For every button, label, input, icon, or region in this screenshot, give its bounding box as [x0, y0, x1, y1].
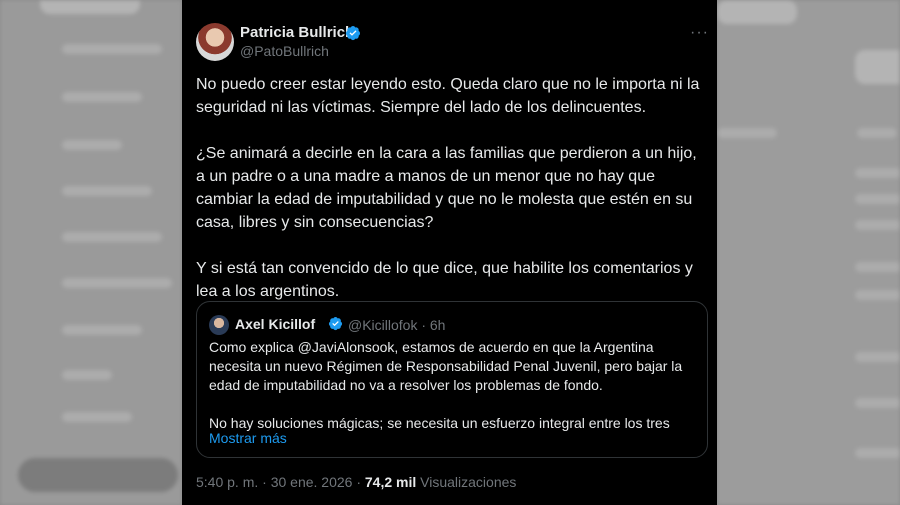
blurred-background-left: [0, 0, 182, 505]
tweet-paragraph: No puedo creer estar leyendo esto. Queda…: [196, 76, 700, 116]
tweet-paragraph: Y si está tan convencido de lo que dice,…: [196, 260, 693, 300]
author-avatar[interactable]: [196, 23, 234, 61]
verified-badge-icon: [346, 26, 360, 41]
quoted-paragraph: Como explica @JaviAlonsook, estamos de a…: [209, 339, 683, 393]
tweet-timestamp[interactable]: 5:40 p. m. · 30 ene. 2026 ·: [196, 474, 365, 490]
quoted-author-avatar[interactable]: [209, 315, 229, 335]
tweet-metadata: 5:40 p. m. · 30 ene. 2026 · 74,2 mil Vis…: [196, 474, 516, 490]
tweet-paragraph: ¿Se animará a decirle en la cara a las f…: [196, 145, 697, 231]
verified-badge-icon: [328, 316, 343, 331]
views-label: Visualizaciones: [416, 474, 517, 490]
tweet-card: Patricia Bullrich @PatoBullrich ··· No p…: [182, 0, 717, 505]
show-more-link[interactable]: Mostrar más: [209, 430, 287, 446]
views-count: 74,2 mil: [364, 474, 417, 490]
quoted-author-name[interactable]: Axel Kicillof: [235, 316, 315, 332]
blurred-background-right: [717, 0, 900, 505]
author-handle[interactable]: @PatoBullrich: [240, 43, 329, 59]
more-options-icon[interactable]: ···: [690, 24, 709, 42]
quoted-author-handle-time[interactable]: @Kicillofok · 6h: [348, 317, 445, 333]
quoted-tweet[interactable]: Axel Kicillof @Kicillofok · 6h Como expl…: [196, 301, 708, 458]
author-name[interactable]: Patricia Bullrich: [240, 24, 354, 41]
tweet-text: No puedo creer estar leyendo esto. Queda…: [196, 73, 706, 326]
